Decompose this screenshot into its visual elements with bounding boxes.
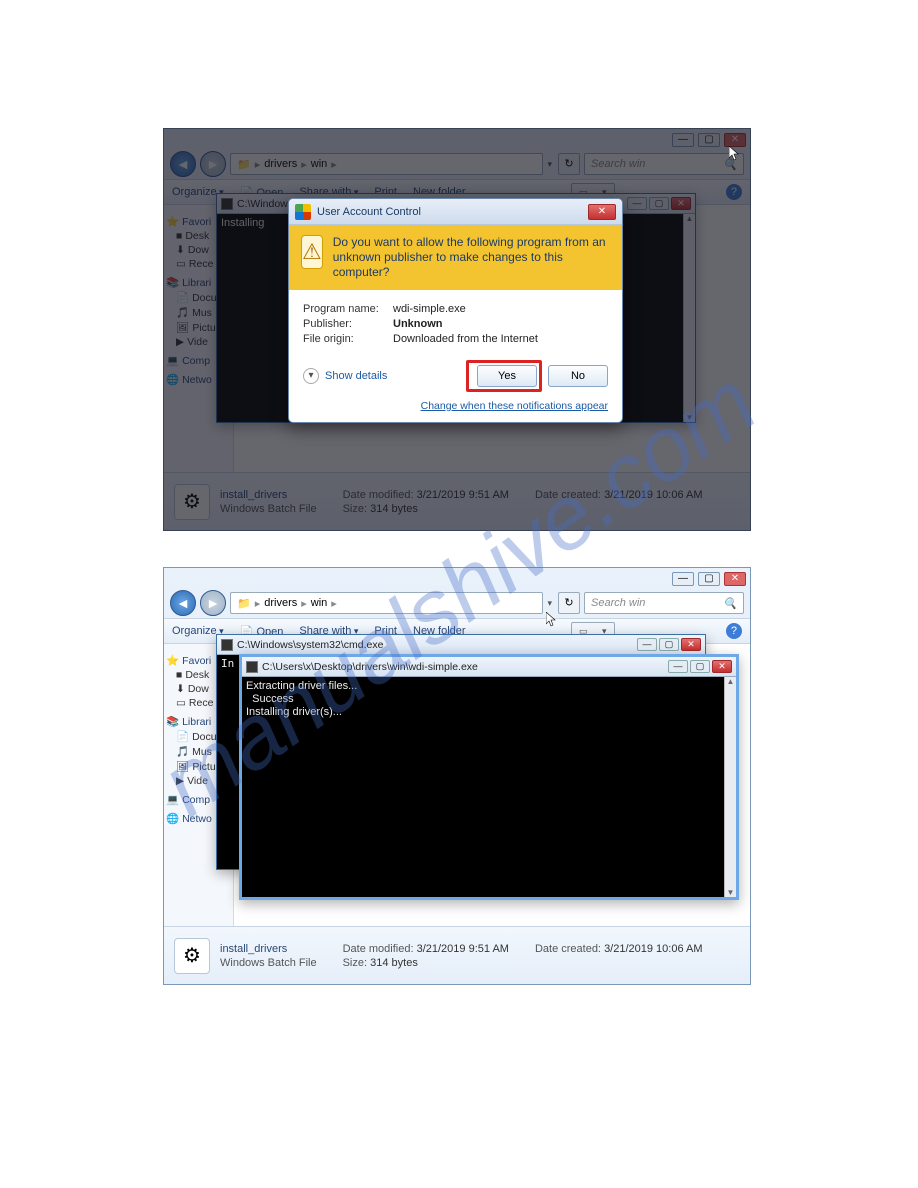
change-notifications-link[interactable]: Change when these notifications appear: [421, 400, 608, 412]
details-created-label: Date created:: [535, 943, 601, 955]
breadcrumb-seg[interactable]: win: [311, 158, 328, 170]
help-icon[interactable]: ?: [726, 184, 742, 200]
cmd-icon: [221, 198, 233, 210]
explorer-main: C:\Windows\system32\cmd.exe — ▢ ✕ In: [234, 644, 750, 926]
cmd-title: C:\Windows\system32\cmd.exe: [237, 639, 633, 651]
shield-icon: [295, 204, 311, 220]
nav-row: ◄ ► 📁 ▸ drivers ▸ win ▸ ▾ ↻ Search win 🔍: [164, 588, 750, 618]
back-button[interactable]: ◄: [170, 151, 196, 177]
search-icon: 🔍: [723, 158, 737, 171]
details-filename: install_drivers: [220, 943, 317, 955]
show-details-link[interactable]: Show details: [325, 370, 387, 382]
cmd-min[interactable]: —: [637, 638, 657, 651]
cmd-min[interactable]: —: [627, 197, 647, 210]
uac-close-button[interactable]: ✕: [588, 204, 616, 220]
details-size: 314 bytes: [370, 503, 418, 515]
address-bar[interactable]: 📁 ▸ drivers ▸ win ▸: [230, 153, 543, 175]
file-origin-label: File origin:: [303, 333, 393, 345]
close-button[interactable]: ✕: [724, 572, 746, 586]
uac-title-text: User Account Control: [317, 206, 582, 218]
program-name-label: Program name:: [303, 303, 393, 315]
details-size: 314 bytes: [370, 957, 418, 969]
details-filename: install_drivers: [220, 489, 317, 501]
cmd-max[interactable]: ▢: [659, 638, 679, 651]
folder-icon: 📁: [237, 597, 251, 610]
breadcrumb-seg[interactable]: drivers: [264, 597, 297, 609]
yes-button[interactable]: Yes: [477, 365, 537, 387]
help-icon[interactable]: ?: [726, 623, 742, 639]
details-modified-label: Date modified:: [343, 489, 414, 501]
details-modified-label: Date modified:: [343, 943, 414, 955]
uac-dialog: User Account Control ✕ ⚠ Do you want to …: [288, 198, 623, 423]
forward-button[interactable]: ►: [200, 590, 226, 616]
file-icon: ⚙: [174, 938, 210, 974]
wdi-window[interactable]: C:\Users\x\Desktop\drivers\win\wdi-simpl…: [239, 654, 739, 900]
wdi-body: Extracting driver files... Success Insta…: [242, 677, 724, 897]
refresh-button[interactable]: ↻: [558, 153, 580, 175]
details-pane: ⚙ install_drivers Date modified: 3/21/20…: [164, 926, 750, 984]
uac-question: Do you want to allow the following progr…: [333, 235, 610, 280]
breadcrumb-seg[interactable]: drivers: [264, 158, 297, 170]
close-button[interactable]: ✕: [724, 133, 746, 147]
minimize-button[interactable]: —: [672, 572, 694, 586]
details-modified: 3/21/2019 9:51 AM: [417, 943, 509, 955]
uac-banner: ⚠ Do you want to allow the following pro…: [289, 225, 622, 290]
search-placeholder: Search win: [591, 597, 645, 609]
cmd-max[interactable]: ▢: [649, 197, 669, 210]
details-filetype: Windows Batch File: [220, 957, 317, 969]
no-button[interactable]: No: [548, 365, 608, 387]
details-modified: 3/21/2019 9:51 AM: [417, 489, 509, 501]
address-dropdown[interactable]: ▾: [547, 598, 552, 609]
cmd-close[interactable]: ✕: [681, 638, 701, 651]
folder-icon: 📁: [237, 158, 251, 171]
search-placeholder: Search win: [591, 158, 645, 170]
explorer-window-2: — ▢ ✕ ◄ ► 📁 ▸ drivers ▸ win ▸ ▾ ↻ Search…: [163, 567, 751, 985]
window-controls: — ▢ ✕: [672, 572, 746, 586]
maximize-button[interactable]: ▢: [698, 572, 720, 586]
address-bar[interactable]: 📁 ▸ drivers ▸ win ▸: [230, 592, 543, 614]
file-icon: ⚙: [174, 484, 210, 520]
program-name: wdi-simple.exe: [393, 303, 466, 315]
address-dropdown[interactable]: ▾: [547, 159, 552, 170]
cmd-icon: [221, 639, 233, 651]
wdi-max[interactable]: ▢: [690, 660, 710, 673]
screenshot-2: — ▢ ✕ ◄ ► 📁 ▸ drivers ▸ win ▸ ▾ ↻ Search…: [163, 567, 751, 985]
chevron-down-icon[interactable]: ▾: [303, 368, 319, 384]
details-size-label: Size:: [343, 957, 367, 969]
search-icon: 🔍: [723, 597, 737, 610]
details-created: 3/21/2019 10:06 AM: [604, 489, 702, 501]
nav-row: ◄ ► 📁 ▸ drivers ▸ win ▸ ▾ ↻ Search win 🔍: [164, 149, 750, 179]
file-origin: Downloaded from the Internet: [393, 333, 538, 345]
uac-titlebar: User Account Control ✕: [289, 199, 622, 225]
search-input[interactable]: Search win 🔍: [584, 592, 744, 614]
details-created: 3/21/2019 10:06 AM: [604, 943, 702, 955]
minimize-button[interactable]: —: [672, 133, 694, 147]
wdi-close[interactable]: ✕: [712, 660, 732, 673]
warning-shield-icon: ⚠: [301, 235, 323, 269]
details-size-label: Size:: [343, 503, 367, 515]
cmd-scrollbar[interactable]: [683, 214, 695, 422]
refresh-button[interactable]: ↻: [558, 592, 580, 614]
details-created-label: Date created:: [535, 489, 601, 501]
cmd-icon: [246, 661, 258, 673]
window-controls: — ▢ ✕: [672, 133, 746, 147]
publisher-label: Publisher:: [303, 318, 393, 330]
wdi-min[interactable]: —: [668, 660, 688, 673]
cmd-close[interactable]: ✕: [671, 197, 691, 210]
breadcrumb-seg[interactable]: win: [311, 597, 328, 609]
publisher: Unknown: [393, 318, 443, 330]
forward-button[interactable]: ►: [200, 151, 226, 177]
screenshot-1: — ▢ ✕ ◄ ► 📁 ▸ drivers ▸ win ▸ ▾ ↻ Search…: [163, 128, 751, 531]
details-pane: ⚙ install_drivers Date modified: 3/21/20…: [164, 472, 750, 530]
maximize-button[interactable]: ▢: [698, 133, 720, 147]
details-filetype: Windows Batch File: [220, 503, 317, 515]
yes-highlight: Yes: [466, 360, 542, 392]
search-input[interactable]: Search win 🔍: [584, 153, 744, 175]
back-button[interactable]: ◄: [170, 590, 196, 616]
wdi-scrollbar[interactable]: [724, 677, 736, 897]
wdi-title: C:\Users\x\Desktop\drivers\win\wdi-simpl…: [262, 661, 664, 673]
